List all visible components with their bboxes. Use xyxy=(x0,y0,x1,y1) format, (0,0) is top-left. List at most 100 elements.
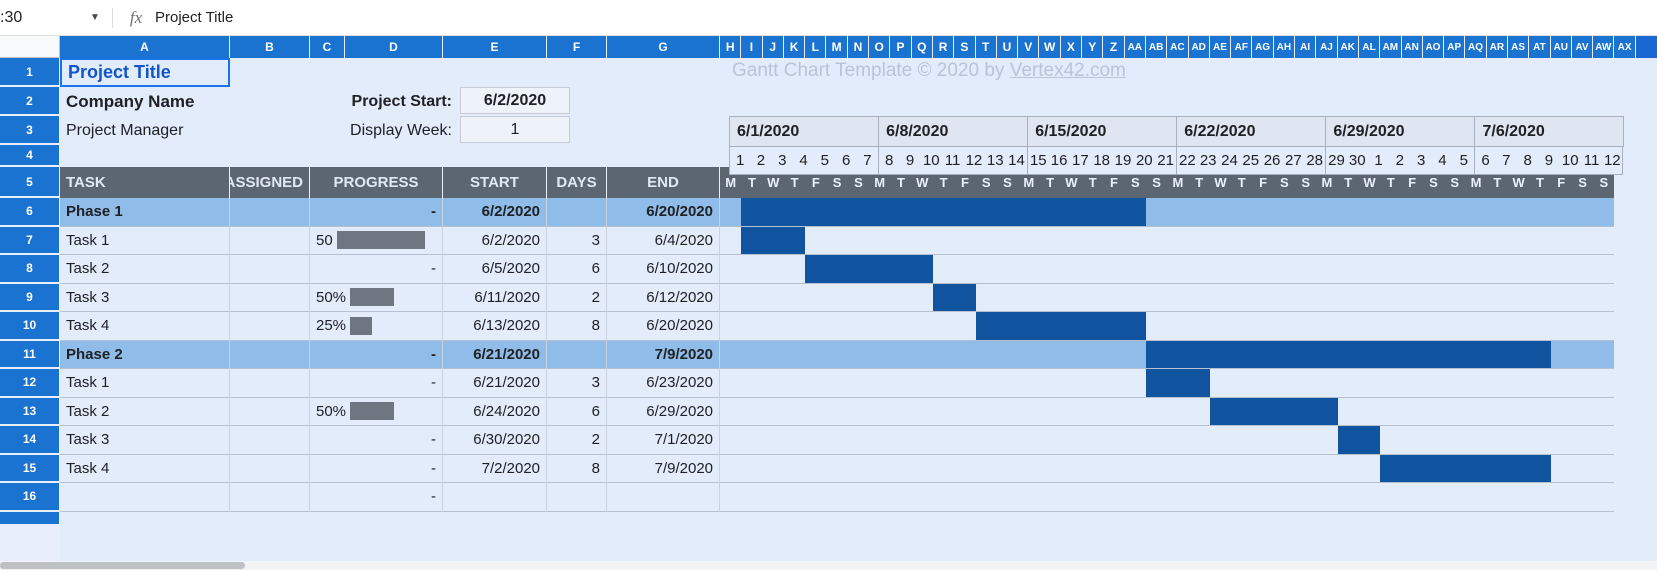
gantt-empty-cell[interactable] xyxy=(1593,369,1615,398)
gantt-bar-segment[interactable] xyxy=(783,198,806,227)
gantt-empty-cell[interactable] xyxy=(1337,198,1359,227)
gantt-empty-cell[interactable] xyxy=(869,454,891,483)
column-header-G[interactable]: G xyxy=(607,36,720,58)
column-header-AS[interactable]: AS xyxy=(1507,36,1530,58)
gantt-empty-cell[interactable] xyxy=(1571,198,1594,227)
gantt-empty-cell[interactable] xyxy=(1124,255,1146,284)
gantt-empty-cell[interactable] xyxy=(1316,255,1338,284)
column-header-C[interactable]: C xyxy=(310,36,345,58)
gantt-empty-cell[interactable] xyxy=(1571,312,1594,341)
gantt-bar-segment[interactable] xyxy=(1252,340,1274,369)
gantt-empty-cell[interactable] xyxy=(975,340,997,369)
gantt-empty-cell[interactable] xyxy=(741,454,763,483)
gantt-empty-cell[interactable] xyxy=(826,426,848,455)
cell-task-name[interactable]: Task 2 xyxy=(60,255,230,284)
cell-assigned[interactable] xyxy=(230,454,310,483)
gantt-bar-segment[interactable] xyxy=(1231,340,1253,369)
column-header-H[interactable]: H xyxy=(720,36,742,58)
gantt-empty-cell[interactable] xyxy=(890,226,912,255)
gantt-empty-cell[interactable] xyxy=(1295,255,1317,284)
gantt-empty-cell[interactable] xyxy=(762,369,784,398)
gantt-empty-cell[interactable] xyxy=(1465,369,1487,398)
gantt-empty-cell[interactable] xyxy=(1145,483,1168,512)
gantt-bar-segment[interactable] xyxy=(1486,340,1508,369)
gantt-bar-segment[interactable] xyxy=(1465,340,1487,369)
gantt-empty-cell[interactable] xyxy=(1295,312,1317,341)
cell-assigned[interactable] xyxy=(230,426,310,455)
gantt-empty-cell[interactable] xyxy=(1593,340,1615,369)
gantt-empty-cell[interactable] xyxy=(1422,397,1445,426)
gantt-empty-cell[interactable] xyxy=(805,454,827,483)
name-box[interactable]: :30 xyxy=(0,5,84,31)
column-header-AD[interactable]: AD xyxy=(1188,36,1210,58)
gantt-empty-cell[interactable] xyxy=(954,340,976,369)
row-header-11[interactable]: 11 xyxy=(0,340,60,369)
row-header-13[interactable]: 13 xyxy=(0,397,60,426)
gantt-bar-segment[interactable] xyxy=(1039,198,1061,227)
gantt-empty-cell[interactable] xyxy=(1273,483,1296,512)
gantt-empty-cell[interactable] xyxy=(1167,426,1189,455)
column-header-AL[interactable]: AL xyxy=(1358,36,1381,58)
column-header-AG[interactable]: AG xyxy=(1252,36,1274,58)
gantt-empty-cell[interactable] xyxy=(975,226,997,255)
gantt-empty-cell[interactable] xyxy=(869,312,891,341)
gantt-empty-cell[interactable] xyxy=(975,255,997,284)
gantt-empty-cell[interactable] xyxy=(996,369,1019,398)
gantt-empty-cell[interactable] xyxy=(762,283,784,312)
gantt-empty-cell[interactable] xyxy=(1486,483,1508,512)
cell-task-name[interactable]: Task 1 xyxy=(60,369,230,398)
gantt-empty-cell[interactable] xyxy=(954,312,976,341)
cell-days[interactable]: 3 xyxy=(547,369,607,398)
gantt-empty-cell[interactable] xyxy=(954,483,976,512)
gantt-bar-segment[interactable] xyxy=(826,255,848,284)
gantt-empty-cell[interactable] xyxy=(720,198,742,227)
column-header-AO[interactable]: AO xyxy=(1422,36,1445,58)
gantt-empty-cell[interactable] xyxy=(1231,454,1253,483)
gantt-empty-cell[interactable] xyxy=(1529,226,1551,255)
column-header-AH[interactable]: AH xyxy=(1273,36,1296,58)
gantt-empty-cell[interactable] xyxy=(1358,397,1381,426)
cell-end-date[interactable]: 6/12/2020 xyxy=(607,283,720,312)
gantt-bar-segment[interactable] xyxy=(975,198,997,227)
gantt-empty-cell[interactable] xyxy=(1486,198,1508,227)
gantt-empty-cell[interactable] xyxy=(890,283,912,312)
gantt-empty-cell[interactable] xyxy=(1082,255,1104,284)
cell-task-name[interactable]: Phase 2 xyxy=(60,340,230,369)
gantt-empty-cell[interactable] xyxy=(996,426,1019,455)
gantt-bar-segment[interactable] xyxy=(1401,454,1423,483)
gantt-empty-cell[interactable] xyxy=(762,426,784,455)
gantt-bar-segment[interactable] xyxy=(1507,340,1530,369)
gantt-empty-cell[interactable] xyxy=(1358,198,1381,227)
gantt-empty-cell[interactable] xyxy=(1103,369,1125,398)
gantt-empty-cell[interactable] xyxy=(1380,426,1402,455)
row-header-9[interactable]: 9 xyxy=(0,283,60,312)
gantt-empty-cell[interactable] xyxy=(1209,255,1232,284)
gantt-empty-cell[interactable] xyxy=(932,483,955,512)
gantt-empty-cell[interactable] xyxy=(1444,283,1466,312)
gantt-empty-cell[interactable] xyxy=(1145,198,1168,227)
gantt-bar-segment[interactable] xyxy=(1401,340,1423,369)
gantt-empty-cell[interactable] xyxy=(1571,454,1594,483)
gantt-empty-cell[interactable] xyxy=(1422,198,1445,227)
gantt-empty-cell[interactable] xyxy=(1145,426,1168,455)
gantt-empty-cell[interactable] xyxy=(1380,226,1402,255)
gantt-empty-cell[interactable] xyxy=(1103,426,1125,455)
gantt-empty-cell[interactable] xyxy=(1593,454,1615,483)
gantt-empty-cell[interactable] xyxy=(1231,255,1253,284)
gantt-empty-cell[interactable] xyxy=(1060,397,1083,426)
row-header-7[interactable]: 7 xyxy=(0,226,60,255)
gantt-empty-cell[interactable] xyxy=(805,369,827,398)
gantt-empty-cell[interactable] xyxy=(1465,255,1487,284)
gantt-empty-cell[interactable] xyxy=(1593,198,1615,227)
gantt-empty-cell[interactable] xyxy=(1422,255,1445,284)
gantt-empty-cell[interactable] xyxy=(741,283,763,312)
gantt-empty-cell[interactable] xyxy=(1231,312,1253,341)
gantt-empty-cell[interactable] xyxy=(741,369,763,398)
gantt-empty-cell[interactable] xyxy=(783,340,806,369)
cell-progress[interactable]: - xyxy=(310,426,443,455)
gantt-bar-segment[interactable] xyxy=(1273,340,1296,369)
gantt-empty-cell[interactable] xyxy=(1273,426,1296,455)
gantt-bar-segment[interactable] xyxy=(890,198,912,227)
gantt-empty-cell[interactable] xyxy=(1337,397,1359,426)
gantt-empty-cell[interactable] xyxy=(762,255,784,284)
